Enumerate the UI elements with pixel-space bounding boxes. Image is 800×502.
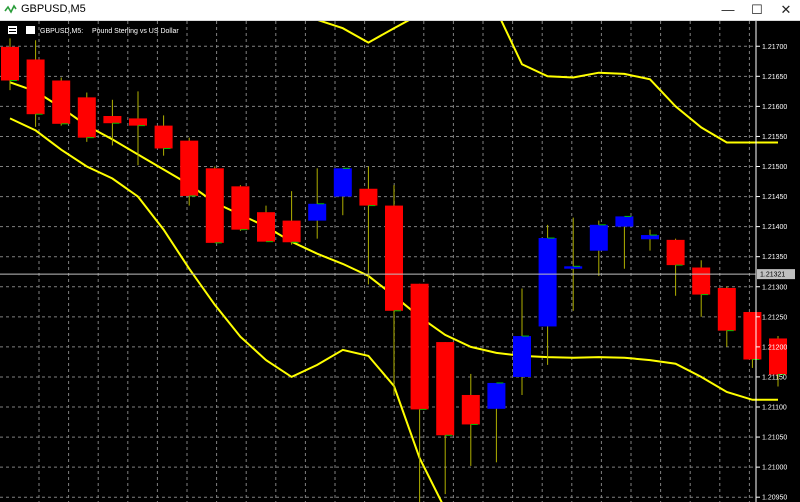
- chart-description: Pound Sterling vs US Dollar: [92, 28, 179, 35]
- chart-grid: [0, 21, 756, 502]
- candle-bear: [1, 46, 19, 81]
- price-tick-label: 1.20950: [762, 495, 787, 502]
- bollinger-upper-line: [317, 21, 778, 144]
- bollinger-lower-line: [9, 117, 443, 502]
- candle-bear: [231, 186, 250, 230]
- price-tick-label: 1.21150: [762, 374, 787, 381]
- chart-menu-icon[interactable]: [8, 26, 17, 34]
- candle-bull: [333, 168, 352, 197]
- candle-bear: [743, 312, 762, 360]
- candle-bull: [513, 336, 531, 377]
- candle-bear: [129, 118, 147, 126]
- candle-bear: [26, 59, 45, 115]
- price-tick-label: 1.21650: [762, 74, 787, 81]
- candle-bear: [359, 188, 378, 206]
- candle-bear: [436, 342, 455, 436]
- trade-icon[interactable]: [26, 26, 35, 34]
- minimize-button[interactable]: —: [714, 0, 742, 20]
- candle-bull: [487, 382, 506, 409]
- window-titlebar[interactable]: GBPUSD,M5 — ☐ ✕: [0, 0, 800, 21]
- price-tick-label: 1.21600: [762, 104, 787, 111]
- candle-bear: [717, 287, 736, 331]
- chart-window-icon: [4, 4, 17, 14]
- price-tick-label: 1.21550: [762, 134, 787, 141]
- price-tick-label: 1.21200: [762, 344, 787, 351]
- candle-bear: [666, 239, 685, 266]
- candlestick-chart[interactable]: 1.21700 1.21650 1.21600 1.21550 1.21500 1.214…: [0, 21, 800, 502]
- candle-bear: [77, 97, 96, 138]
- candle-bull: [538, 238, 557, 327]
- candle-bear: [154, 125, 173, 149]
- chart-header: GBPUSD,M5: Pound Sterling vs US Dollar: [8, 26, 179, 35]
- chart-symbol: GBPUSD,M5:: [40, 28, 83, 35]
- candle-bear: [385, 205, 403, 311]
- price-tick-label: 1.21250: [762, 314, 787, 321]
- candle-bear: [410, 283, 429, 410]
- price-tick-label: 1.21400: [762, 224, 787, 231]
- candle-bear: [461, 394, 480, 425]
- current-price-label: 1.21321: [760, 272, 785, 279]
- candle-bull: [641, 235, 659, 240]
- chart-area[interactable]: 1.21700 1.21650 1.21600 1.21550 1.21500 1.214…: [0, 21, 800, 502]
- candle-bear: [180, 140, 199, 196]
- candle-bull: [589, 224, 608, 251]
- candle-bear: [257, 212, 275, 242]
- price-tick-label: 1.21050: [762, 435, 787, 442]
- candle-bear: [282, 220, 301, 243]
- close-button[interactable]: ✕: [772, 0, 800, 20]
- price-tick-label: 1.21000: [762, 465, 787, 472]
- candle-bull: [615, 216, 634, 227]
- candle-bull: [308, 203, 327, 221]
- price-tick-label: 1.21350: [762, 254, 787, 261]
- maximize-button[interactable]: ☐: [743, 0, 771, 20]
- price-tick-label: 1.21500: [762, 164, 787, 171]
- price-tick-label: 1.21700: [762, 44, 787, 51]
- chart-menu-icon-line: [9, 31, 16, 32]
- price-tick-label: 1.21100: [762, 405, 787, 412]
- candle-bear: [692, 267, 711, 295]
- candle-bear: [205, 168, 224, 243]
- price-tick-label: 1.21300: [762, 284, 787, 291]
- candle-bear: [103, 115, 122, 124]
- price-tick-label: 1.21450: [762, 194, 787, 201]
- window-title: GBPUSD,M5: [21, 3, 86, 15]
- candle-bear: [52, 80, 71, 124]
- chart-menu-icon-line: [9, 28, 16, 29]
